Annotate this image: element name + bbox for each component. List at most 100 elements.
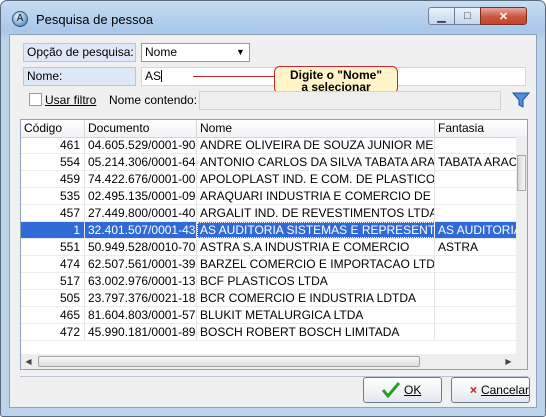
cancel-label: Cancelar	[480, 383, 529, 397]
hint-callout: Digite o "Nome" a selecionar	[274, 66, 398, 94]
minimize-icon: ▁	[437, 10, 446, 23]
cell-nome: ANDRE OLIVEIRA DE SOUZA JUNIOR ME	[197, 137, 435, 153]
horizontal-scroll-thumb[interactable]	[38, 356, 420, 367]
ok-button[interactable]: OK	[363, 377, 442, 403]
table-row[interactable]: 517 63.002.976/0001-13 BCF PLASTICOS LTDA	[21, 273, 527, 290]
table-row[interactable]: 535 02.495.135/0001-09 ARAQUARI INDUSTRIA …	[21, 188, 527, 205]
scroll-right-icon[interactable]: ▶	[503, 356, 514, 367]
cell-codigo: 554	[21, 154, 85, 170]
cell-codigo: 1	[21, 222, 85, 238]
callout-pointer	[193, 76, 274, 77]
cell-documento: 63.002.976/0001-13	[85, 273, 197, 289]
cell-fantasia	[435, 171, 527, 187]
cell-documento: 02.495.135/0001-09	[85, 188, 197, 204]
cell-documento: 74.422.676/0001-00	[85, 171, 197, 187]
cell-nome: BCF PLASTICOS LTDA	[197, 273, 435, 289]
maximize-icon: □	[464, 10, 471, 22]
window-title: Pesquisa de pessoa	[36, 12, 154, 27]
cell-nome: AS AUDITORIA SISTEMAS E REPRESENTAÇÕES	[197, 222, 435, 238]
table-row[interactable]: 554 05.214.306/0001-64 ANTONIO CARLOS DA S…	[21, 154, 527, 171]
cell-codigo: 459	[21, 171, 85, 187]
dialog-window: A Pesquisa de pessoa ▁ □ ✕ Opção de pesq…	[0, 0, 546, 417]
funnel-icon[interactable]	[512, 91, 530, 109]
opcao-pesquisa-label: Opção de pesquisa:	[23, 43, 136, 62]
table-row[interactable]: 474 62.507.561/0001-39 BARZEL COMERCIO E I…	[21, 256, 527, 273]
cell-codigo: 551	[21, 239, 85, 255]
cell-fantasia	[435, 188, 527, 204]
minimize-button[interactable]: ▁	[428, 7, 455, 25]
table-row[interactable]: 472 45.990.181/0001-89 BOSCH ROBERT BOSCH …	[21, 324, 527, 341]
cell-nome: BARZEL COMERCIO E IMPORTACAO LTDA	[197, 256, 435, 272]
cancel-x-icon	[470, 386, 477, 394]
cell-documento: 27.449.800/0001-40	[85, 205, 197, 221]
chevron-down-icon[interactable]: ▼	[232, 44, 249, 61]
usar-filtro-checkbox[interactable]	[29, 93, 42, 106]
cell-codigo: 535	[21, 188, 85, 204]
cell-codigo: 465	[21, 307, 85, 323]
table-row[interactable]: 505 23.797.376/0021-18 BCR COMERCIO E INDU…	[21, 290, 527, 307]
cell-fantasia	[435, 273, 527, 289]
title-bar[interactable]: A Pesquisa de pessoa ▁ □ ✕	[1, 1, 545, 35]
cell-nome: BLUKIT METALURGICA LTDA	[197, 307, 435, 323]
results-table: Código Documento Nome Fantasia 461 04.605…	[20, 119, 528, 370]
cell-fantasia: ASTRA	[435, 239, 527, 255]
cell-fantasia	[435, 205, 527, 221]
cell-documento: 81.604.803/0001-57	[85, 307, 197, 323]
cell-fantasia: TABATA ARACA	[435, 154, 527, 170]
dialog-content: Opção de pesquisa: Nome ▼ Nome: AS Digit…	[9, 34, 537, 408]
cell-nome: BCR COMERCIO E INDUSTRIA LDTDA	[197, 290, 435, 306]
nome-contendo-label: Nome contendo:	[109, 93, 198, 107]
cell-documento: 62.507.561/0001-39	[85, 256, 197, 272]
maximize-button[interactable]: □	[454, 7, 481, 25]
nome-input-value: AS	[145, 69, 162, 83]
cell-codigo: 517	[21, 273, 85, 289]
table-row[interactable]: 551 50.949.528/0010-70 ASTRA S.A INDUSTRIA…	[21, 239, 527, 256]
cell-documento: 32.401.507/0001-43	[85, 222, 197, 238]
cell-documento: 50.949.528/0010-70	[85, 239, 197, 255]
cell-documento: 05.214.306/0001-64	[85, 154, 197, 170]
usar-filtro-label[interactable]: Usar filtro	[45, 93, 96, 107]
cell-nome: APOLOPLAST IND. E COM. DE PLASTICO LTDA	[197, 171, 435, 187]
cell-nome: BOSCH ROBERT BOSCH LIMITADA	[197, 324, 435, 340]
opcao-pesquisa-select[interactable]: Nome ▼	[141, 43, 250, 62]
table-row[interactable]: 461 04.605.529/0001-90 ANDRE OLIVEIRA DE S…	[21, 137, 527, 154]
cell-documento: 23.797.376/0021-18	[85, 290, 197, 306]
scroll-left-icon[interactable]: ◀	[23, 356, 34, 367]
horizontal-scrollbar[interactable]: ◀ ▶	[21, 354, 527, 369]
opcao-pesquisa-value: Nome	[145, 45, 178, 59]
cell-fantasia: AS AUDITORIA S	[435, 222, 527, 238]
cell-fantasia	[435, 137, 527, 153]
vertical-scrollbar[interactable]	[516, 137, 527, 369]
cell-fantasia	[435, 290, 527, 306]
cell-documento: 45.990.181/0001-89	[85, 324, 197, 340]
cell-nome: ARAQUARI INDUSTRIA E COMERCIO DE FIBRA	[197, 188, 435, 204]
app-icon: A	[12, 11, 28, 27]
cell-fantasia	[435, 324, 527, 340]
cell-documento: 04.605.529/0001-90	[85, 137, 197, 153]
cell-nome: ASTRA S.A INDUSTRIA E COMERCIO	[197, 239, 435, 255]
column-header-nome[interactable]: Nome	[197, 120, 435, 137]
table-row[interactable]: 1 32.401.507/0001-43 AS AUDITORIA SISTEMAS…	[21, 222, 527, 239]
cell-codigo: 472	[21, 324, 85, 340]
nome-contendo-input[interactable]	[199, 91, 501, 110]
table-row[interactable]: 459 74.422.676/0001-00 APOLOPLAST IND. E C…	[21, 171, 527, 188]
checkmark-icon	[382, 382, 400, 398]
close-button[interactable]: ✕	[480, 7, 527, 25]
column-header-documento[interactable]: Documento	[85, 120, 197, 137]
column-header-codigo[interactable]: Código	[21, 120, 85, 137]
cell-fantasia	[435, 307, 527, 323]
table-row[interactable]: 465 81.604.803/0001-57 BLUKIT METALURGICA …	[21, 307, 527, 324]
cell-codigo: 505	[21, 290, 85, 306]
table-row[interactable]: 457 27.449.800/0001-40 ARGALIT IND. DE REV…	[21, 205, 527, 222]
cancel-button[interactable]: Cancelar	[451, 377, 530, 403]
vertical-scroll-thumb[interactable]	[517, 155, 526, 191]
ok-label: OK	[404, 383, 422, 397]
close-icon: ✕	[498, 10, 509, 23]
cell-nome: ANTONIO CARLOS DA SILVA TABATA ARACAT	[197, 154, 435, 170]
cell-codigo: 474	[21, 256, 85, 272]
table-header: Código Documento Nome Fantasia	[21, 120, 527, 138]
cell-codigo: 461	[21, 137, 85, 153]
nome-label: Nome:	[23, 67, 136, 86]
table-body: 461 04.605.529/0001-90 ANDRE OLIVEIRA DE S…	[21, 137, 527, 341]
column-header-fantasia[interactable]: Fantasia	[435, 120, 527, 137]
